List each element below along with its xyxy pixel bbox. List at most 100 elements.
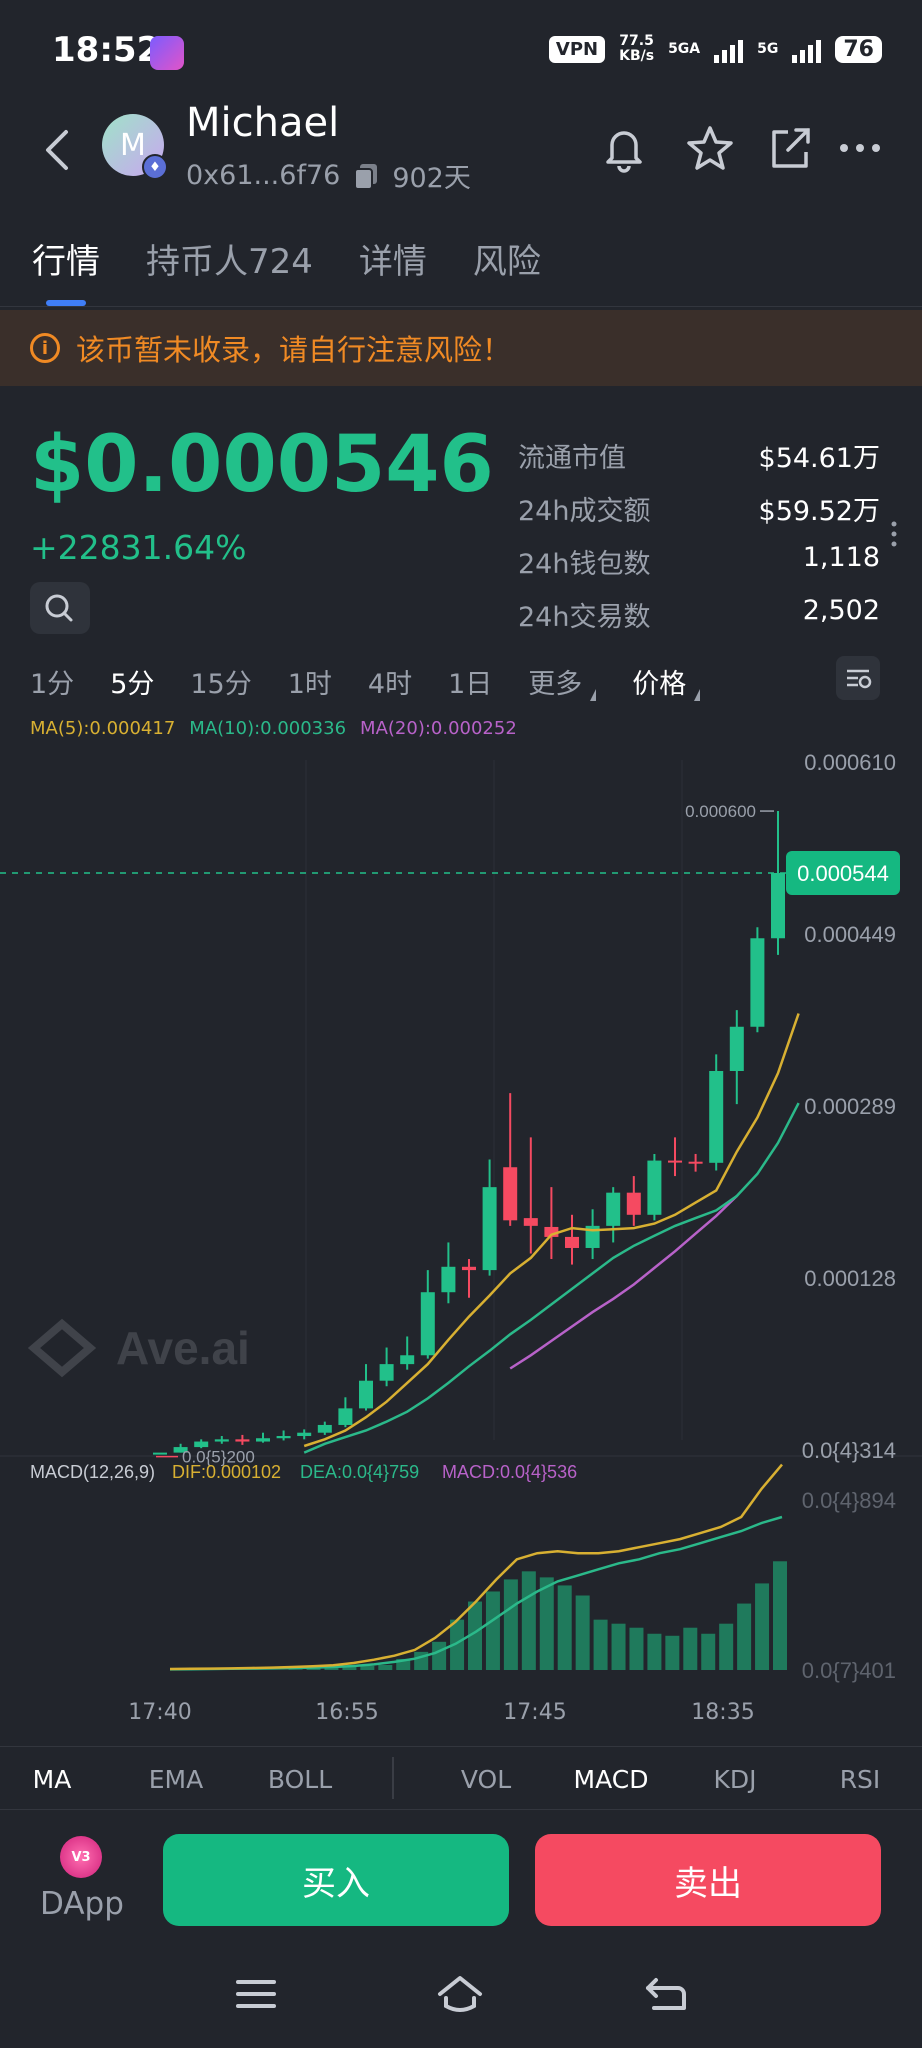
candle-body xyxy=(565,1236,579,1248)
candle-body xyxy=(750,938,765,1027)
candle-body xyxy=(441,1266,456,1293)
candle-body xyxy=(400,1355,415,1365)
price-chart[interactable]: Ave.ai 0.000610 0.000449 0.000289 0.000128 0… xyxy=(0,740,922,1700)
indicator-boll[interactable]: BOLL xyxy=(268,1765,332,1794)
tf-1m[interactable]: 1分 xyxy=(30,662,74,701)
expand-dots-icon[interactable] xyxy=(890,520,898,550)
time-tick: 17:40 xyxy=(128,1700,192,1725)
stat-value: $59.52万 xyxy=(758,496,880,527)
candle-body xyxy=(606,1192,621,1226)
stat-value: $54.61万 xyxy=(758,443,880,474)
ma20-legend: MA(20):0.000252 xyxy=(360,718,517,739)
tab-market[interactable]: 行情 xyxy=(32,234,100,283)
bell-icon[interactable] xyxy=(596,120,652,176)
chart-settings-button[interactable] xyxy=(836,656,880,700)
eth-chain-icon: ♦ xyxy=(142,154,168,180)
stat-label: 24h交易数 xyxy=(518,602,651,633)
info-icon: i xyxy=(30,333,60,363)
tf-5m[interactable]: 5分 xyxy=(110,662,154,701)
macd-dea-legend: DEA:0.0{4}759 xyxy=(300,1462,419,1482)
copy-icon[interactable] xyxy=(352,162,380,190)
tab-risk[interactable]: 风险 xyxy=(473,234,541,283)
candle-body xyxy=(647,1160,662,1215)
tf-1d[interactable]: 1日 xyxy=(448,662,492,701)
candle-body xyxy=(503,1167,518,1221)
candle-body xyxy=(276,1436,291,1439)
risk-warning-banner: i 该币暂未收录，请自行注意风险！ xyxy=(0,310,922,386)
dapp-label[interactable]: DApp xyxy=(40,1886,124,1922)
indicator-ema[interactable]: EMA xyxy=(149,1765,203,1794)
search-button[interactable] xyxy=(30,582,90,634)
share-icon[interactable] xyxy=(762,120,818,176)
ma10-legend: MA(10):0.000336 xyxy=(189,718,347,739)
indicator-macd[interactable]: MACD xyxy=(574,1765,649,1794)
macd-axis-bottom: 0.0{7}401 xyxy=(802,1658,896,1683)
price-axis-label: 0.0{4}314 xyxy=(802,1438,896,1463)
macd-panel: MACD(12,26,9) DIF:0.000102 DEA:0.0{4}759 MA… xyxy=(30,1462,896,1683)
tf-price-label: 价格 xyxy=(632,669,687,700)
stat-row: 24h交易数 2,502 xyxy=(518,595,880,648)
indicator-rsi[interactable]: RSI xyxy=(840,1765,881,1794)
tf-price[interactable]: 价格 xyxy=(632,662,701,701)
back-nav-icon[interactable] xyxy=(642,1970,690,2018)
vpn-badge: VPN xyxy=(548,35,606,63)
price-axis-label: 0.000128 xyxy=(804,1266,896,1291)
home-icon[interactable] xyxy=(436,1970,484,2018)
tab-holders[interactable]: 持币人724 xyxy=(146,234,313,283)
indicator-divider xyxy=(392,1757,394,1799)
price-change: +22831.64% xyxy=(30,528,247,567)
indicator-ma[interactable]: MA xyxy=(33,1765,72,1794)
indicator-kdj[interactable]: KDJ xyxy=(713,1765,756,1794)
tf-4h[interactable]: 4时 xyxy=(368,662,412,701)
macd-title: MACD(12,26,9) xyxy=(30,1462,155,1482)
macd-value-legend: MACD:0.0{4}536 xyxy=(442,1462,577,1482)
tab-details[interactable]: 详情 xyxy=(359,234,427,283)
dapp-icon[interactable]: V3 xyxy=(60,1836,102,1878)
tf-more[interactable]: 更多 xyxy=(528,662,597,701)
indicator-vol[interactable]: VOL xyxy=(461,1765,511,1794)
stats-panel: 流通市值 $54.61万 24h成交额 $59.52万 24h钱包数 1,118 24… xyxy=(518,436,880,648)
macd-bar xyxy=(647,1633,662,1670)
candle-body xyxy=(379,1364,394,1381)
battery-icon: 76 xyxy=(835,35,882,63)
buy-button[interactable]: 买入 xyxy=(163,1834,509,1926)
ma10-line xyxy=(303,1102,800,1454)
token-address-row: 0x61...6f76 902天 xyxy=(186,156,471,195)
watermark: Ave.ai xyxy=(27,1318,250,1378)
status-time: 18:52 xyxy=(52,30,161,70)
macd-bar xyxy=(701,1633,716,1670)
tab-divider xyxy=(0,306,922,307)
price-axis-label: 0.000610 xyxy=(804,750,896,775)
stat-value: 1,118 xyxy=(802,542,880,573)
app-notification-icon xyxy=(150,36,184,70)
more-icon[interactable] xyxy=(832,120,888,176)
macd-bar xyxy=(539,1577,554,1670)
watermark-text: Ave.ai xyxy=(116,1322,250,1374)
timeframe-selector: 1分 5分 15分 1时 4时 1日 更多 价格 xyxy=(30,662,736,701)
macd-dif-legend: DIF:0.000102 xyxy=(172,1462,281,1482)
menu-icon[interactable] xyxy=(232,1970,280,2018)
search-icon xyxy=(45,594,73,622)
ma5-legend: MA(5):0.000417 xyxy=(30,718,176,739)
candle-body xyxy=(359,1380,373,1409)
candle-body xyxy=(771,873,785,939)
star-icon[interactable] xyxy=(682,120,738,176)
signal-icon-2 xyxy=(792,35,822,63)
net-speed-value: 77.5 xyxy=(619,33,654,49)
macd-bar xyxy=(557,1585,572,1670)
candle-body xyxy=(709,1070,724,1163)
back-arrow-icon[interactable] xyxy=(38,122,78,178)
sell-button[interactable]: 卖出 xyxy=(535,1834,881,1926)
macd-bar xyxy=(719,1623,734,1670)
candle-body xyxy=(317,1424,332,1433)
macd-bar xyxy=(683,1627,698,1670)
time-tick: 17:45 xyxy=(503,1700,567,1725)
stat-row: 24h成交额 $59.52万 xyxy=(518,489,880,542)
candle-body xyxy=(235,1439,250,1442)
net-speed-unit: KB/s xyxy=(619,48,655,64)
macd-bar xyxy=(360,1665,375,1670)
tf-1h[interactable]: 1时 xyxy=(288,662,332,701)
macd-bar xyxy=(503,1579,518,1670)
macd-bar xyxy=(432,1641,447,1670)
tf-15m[interactable]: 15分 xyxy=(190,662,251,701)
